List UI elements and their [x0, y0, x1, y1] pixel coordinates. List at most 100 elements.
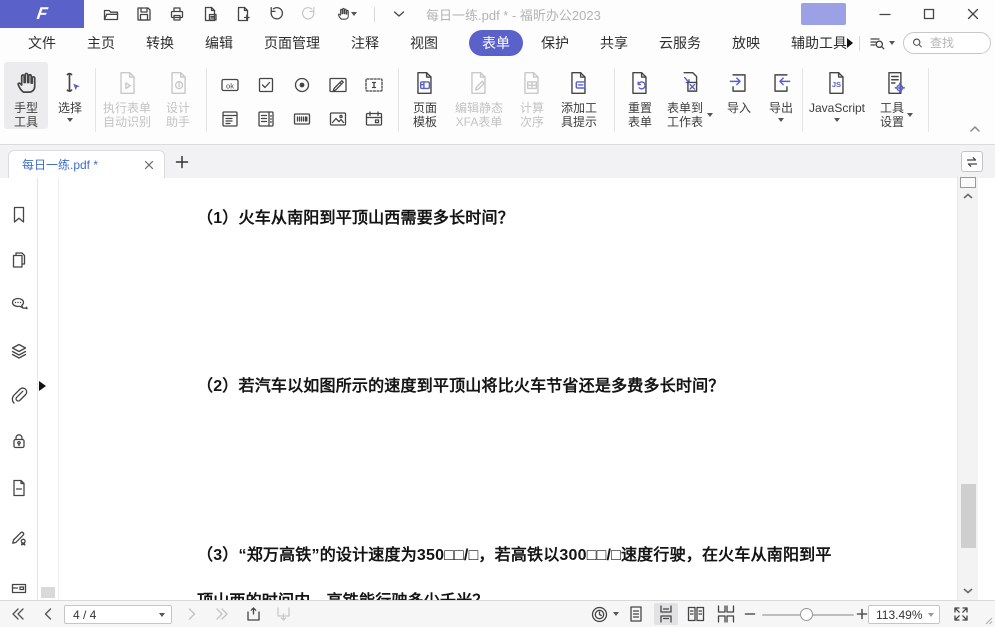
menu-protect[interactable]: 保护 — [541, 33, 569, 53]
menu-share[interactable]: 共享 — [600, 33, 628, 53]
last-page-icon[interactable] — [214, 601, 230, 627]
scroll-down-icon[interactable] — [961, 587, 975, 595]
menu-present[interactable]: 放映 — [732, 33, 760, 53]
import-button[interactable]: 导入 — [720, 62, 758, 115]
previous-view-icon[interactable] — [244, 601, 264, 627]
destinations-icon[interactable] — [9, 478, 29, 498]
zoom-in-icon[interactable] — [856, 601, 868, 627]
next-view-icon[interactable] — [274, 601, 294, 627]
next-page-icon[interactable] — [186, 601, 198, 627]
menu-comment[interactable]: 注释 — [351, 33, 379, 53]
menu-form-active[interactable]: 表单 — [469, 30, 523, 56]
menu-convert[interactable]: 转换 — [146, 33, 174, 53]
document-tab[interactable]: 每日一练.pdf * — [8, 150, 165, 178]
account-button[interactable] — [801, 3, 846, 25]
page-number-box[interactable]: 4 / 4 — [64, 605, 172, 624]
tab-close-icon[interactable] — [144, 160, 154, 170]
question-3-text: （3）“郑万高铁”的设计速度为350□□/□，若高铁以300□□/□速度行驶，在… — [197, 541, 832, 565]
previous-page-icon[interactable] — [42, 601, 54, 627]
javascript-button[interactable]: JS JavaScript — [806, 62, 868, 122]
menu-view[interactable]: 视图 — [410, 33, 438, 53]
continuous-view-icon[interactable] — [654, 603, 678, 625]
collapse-toolbar-icon[interactable] — [390, 5, 408, 23]
form-fields-icon[interactable] — [9, 575, 29, 595]
text-field-icon[interactable] — [361, 72, 387, 98]
window-title: 每日一练.pdf * - 福昕办公2023 — [426, 5, 601, 24]
minimize-button[interactable] — [863, 0, 907, 28]
single-page-view-icon[interactable] — [624, 603, 648, 625]
bookmarks-icon[interactable] — [9, 205, 29, 225]
dropdown-caret-icon — [907, 113, 913, 117]
export-button[interactable]: 导出 — [762, 62, 800, 122]
redo-icon[interactable] — [300, 5, 318, 23]
add-tooltip-button[interactable]: 添加工具提示 — [554, 62, 604, 129]
new-document-icon[interactable] — [234, 5, 252, 23]
new-tab-icon[interactable] — [175, 155, 189, 169]
security-icon[interactable] — [9, 431, 29, 451]
split-view-handle[interactable] — [960, 177, 976, 188]
reading-mode-button[interactable] — [590, 601, 619, 627]
find-in-document-button[interactable] — [868, 34, 895, 52]
foxit-logo-icon[interactable]: F — [0, 0, 84, 28]
radio-button-field-icon[interactable] — [289, 72, 315, 98]
select-button[interactable]: 选择 — [48, 62, 92, 122]
tool-settings-button[interactable]: 工具设置 — [872, 62, 920, 129]
foxit-pdf-editor-window: F — [0, 0, 995, 627]
image-field-icon[interactable] — [325, 106, 351, 132]
search-icon — [912, 37, 923, 49]
page-thumbnails-icon[interactable] — [9, 250, 29, 270]
search-input[interactable] — [928, 35, 982, 51]
menu-cloud[interactable]: 云服务 — [659, 33, 701, 53]
attachments-icon[interactable] — [9, 386, 29, 406]
comments-icon[interactable] — [9, 295, 29, 315]
scrollbar-thumb[interactable] — [961, 484, 976, 548]
signature-field-icon[interactable] — [325, 72, 351, 98]
menu-home[interactable]: 主页 — [87, 33, 115, 53]
fullscreen-icon[interactable] — [952, 601, 970, 627]
push-button-field-icon[interactable]: ok — [217, 72, 243, 98]
hand-gesture-icon[interactable] — [333, 5, 359, 23]
menu-file[interactable]: 文件 — [28, 33, 56, 53]
menu-accessibility[interactable]: 辅助工具 — [791, 33, 847, 53]
zoom-out-icon[interactable] — [744, 601, 756, 627]
continuous-facing-view-icon[interactable] — [714, 603, 738, 625]
print-current-page-icon[interactable] — [201, 5, 219, 23]
list-box-field-icon[interactable] — [217, 106, 243, 132]
close-button[interactable] — [951, 0, 995, 28]
window-resize-grip[interactable] — [983, 615, 993, 625]
hand-tool-button[interactable]: 手型工具 — [4, 62, 48, 129]
digital-signatures-icon[interactable] — [9, 527, 29, 547]
form-field-grid: ok — [212, 68, 392, 136]
expand-panel-icon[interactable] — [39, 381, 46, 391]
zoom-slider-handle[interactable] — [800, 608, 813, 621]
menu-organize[interactable]: 页面管理 — [264, 33, 320, 53]
combo-box-field-icon[interactable] — [253, 106, 279, 132]
facing-view-icon[interactable] — [684, 603, 708, 625]
document-tab-title: 每日一练.pdf * — [22, 156, 144, 173]
barcode-field-icon[interactable] — [289, 106, 315, 132]
menu-edit[interactable]: 编辑 — [205, 33, 233, 53]
maximize-button[interactable] — [907, 0, 951, 28]
open-file-icon[interactable] — [102, 5, 120, 23]
page-template-button[interactable]: 页面模板 — [402, 62, 448, 129]
layers-icon[interactable] — [9, 341, 29, 361]
date-field-icon[interactable] — [361, 106, 387, 132]
undo-icon[interactable] — [267, 5, 285, 23]
menu-overflow-icon[interactable] — [847, 38, 853, 48]
calculation-order-button: 计算次序 — [510, 62, 554, 129]
export-icon — [768, 66, 794, 100]
reset-form-button[interactable]: 重置表单 — [618, 62, 662, 129]
first-page-icon[interactable] — [10, 601, 26, 627]
scroll-up-icon[interactable] — [961, 192, 975, 200]
print-icon[interactable] — [168, 5, 186, 23]
save-icon[interactable] — [135, 5, 153, 23]
search-box[interactable] — [903, 32, 991, 54]
swap-panel-icon[interactable] — [961, 151, 983, 172]
check-box-field-icon[interactable] — [253, 72, 279, 98]
zoom-level-box[interactable]: 113.49% — [868, 605, 940, 624]
clock-icon — [590, 605, 609, 624]
vertical-scrollbar[interactable] — [957, 176, 978, 600]
document-area: （1）火车从南阳到平顶山西需要多长时间？ （2）若汽车以如图所示的速度到平顶山将… — [0, 178, 995, 600]
form-to-sheet-button[interactable]: 表单到工作表 — [662, 62, 716, 129]
collapse-ribbon-icon[interactable] — [968, 124, 982, 134]
